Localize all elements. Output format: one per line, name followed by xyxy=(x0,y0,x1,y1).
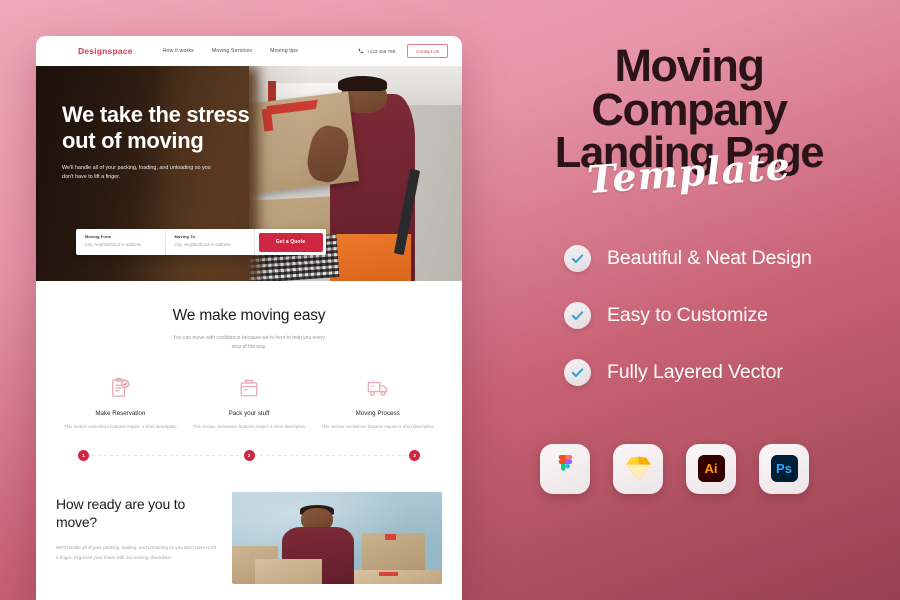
how-ready-copy: How ready are you to move? We'll handle … xyxy=(56,492,216,584)
nav-right-group: +123 456 789 Contact Us xyxy=(358,44,448,58)
quote-search-bar: Moving From City, neighborhood or addres… xyxy=(76,229,326,255)
hero-copy: We take the stress out of moving We'll h… xyxy=(62,102,252,183)
promo-title-line-1: Moving xyxy=(614,40,764,91)
promo-feature-label: Easy to Customize xyxy=(607,303,768,326)
feature-description: This section sometimes features require … xyxy=(64,423,177,429)
feature-item: Pack your stuff This section sometimes f… xyxy=(185,375,314,431)
hero-section: We take the stress out of moving We'll h… xyxy=(36,66,462,281)
promo-feature-label: Fully Layered Vector xyxy=(607,360,783,383)
hero-subtext: We'll handle all of your packing, loadin… xyxy=(62,164,211,181)
contact-us-button[interactable]: Contact Us xyxy=(407,44,448,58)
promo-title-block: Moving Company Landing Page Template xyxy=(478,0,900,202)
browser-mockup: Designspace How it works Moving Services… xyxy=(36,36,462,600)
feature-item: Moving Process This section sometimes fe… xyxy=(313,375,442,431)
moving-to-label: Moving To xyxy=(174,234,196,239)
feature-item: Make Reservation This section sometimes … xyxy=(56,375,185,431)
list-item: Fully Layered Vector xyxy=(564,358,900,386)
get-a-quote-button[interactable]: Get a Quote xyxy=(258,232,323,252)
step-badge-2[interactable]: 2 xyxy=(243,449,255,461)
promo-feature-label: Beautiful & Neat Design xyxy=(607,246,812,269)
how-ready-subtext: We'll handle all of your packing, loadin… xyxy=(56,545,217,560)
check-circle-icon xyxy=(564,301,591,329)
we-make-moving-easy-section: We make moving easy You can move with co… xyxy=(36,281,462,467)
phone-number[interactable]: +123 456 789 xyxy=(358,48,395,54)
moving-to-placeholder: City, neighborhood or address xyxy=(174,242,231,247)
promo-feature-list: Beautiful & Neat Design Easy to Customiz… xyxy=(564,244,900,386)
how-ready-photo-man-with-boxes xyxy=(232,492,442,585)
moving-from-placeholder: City, neighborhood or address xyxy=(85,242,141,247)
truck-icon xyxy=(321,375,434,401)
illustrator-icon: Ai xyxy=(686,443,736,494)
check-circle-icon xyxy=(564,358,591,386)
nav-link-how-it-works[interactable]: How it works xyxy=(163,48,194,54)
how-ready-section: How ready are you to move? We'll handle … xyxy=(36,466,462,585)
section-heading: We make moving easy xyxy=(172,307,326,324)
moving-from-label: Moving From xyxy=(85,234,112,239)
photoshop-label: Ps xyxy=(770,455,798,483)
feature-columns: Make Reservation This section sometimes … xyxy=(56,375,442,431)
feature-description: This section sometimes features require … xyxy=(321,423,434,429)
nav-link-moving-services[interactable]: Moving Services xyxy=(212,48,252,54)
box-icon xyxy=(193,375,306,401)
list-item: Beautiful & Neat Design xyxy=(564,244,900,272)
promo-title-line-2: Company xyxy=(591,84,788,136)
phone-number-text: +123 456 789 xyxy=(367,48,396,54)
photoshop-icon: Ps xyxy=(759,443,809,494)
clipboard-check-icon xyxy=(64,375,177,401)
promo-panel: Moving Company Landing Page Template Bea… xyxy=(478,0,900,600)
step-badge-1[interactable]: 1 xyxy=(78,449,89,461)
list-item: Easy to Customize xyxy=(564,301,900,329)
figma-icon xyxy=(540,443,590,494)
step-indicator: 1 2 3 xyxy=(78,444,420,466)
nav-links: How it works Moving Services Moving tips xyxy=(163,48,298,54)
illustrator-label: Ai xyxy=(697,455,725,483)
nav-link-moving-tips[interactable]: Moving tips xyxy=(270,48,298,54)
section-subtext: You can move with confidence because we'… xyxy=(173,335,325,351)
feature-title: Make Reservation xyxy=(95,409,146,417)
site-navbar: Designspace How it works Moving Services… xyxy=(36,36,462,66)
app-icon-row: Ai Ps xyxy=(540,443,900,494)
feature-title: Pack your stuff xyxy=(228,409,270,417)
sketch-icon xyxy=(613,443,663,494)
moving-from-field[interactable]: Moving From City, neighborhood or addres… xyxy=(76,229,166,255)
brand-logo[interactable]: Designspace xyxy=(78,46,133,56)
moving-to-field[interactable]: Moving To City, neighborhood or address xyxy=(166,229,255,255)
how-ready-heading: How ready are you to move? xyxy=(56,496,186,530)
phone-icon xyxy=(358,48,364,54)
feature-description: This section sometimes features require … xyxy=(192,423,306,429)
step-badge-3[interactable]: 3 xyxy=(409,449,420,461)
check-circle-icon xyxy=(564,244,591,272)
hero-heading: We take the stress out of moving xyxy=(62,102,250,153)
feature-title: Moving Process xyxy=(355,409,400,417)
